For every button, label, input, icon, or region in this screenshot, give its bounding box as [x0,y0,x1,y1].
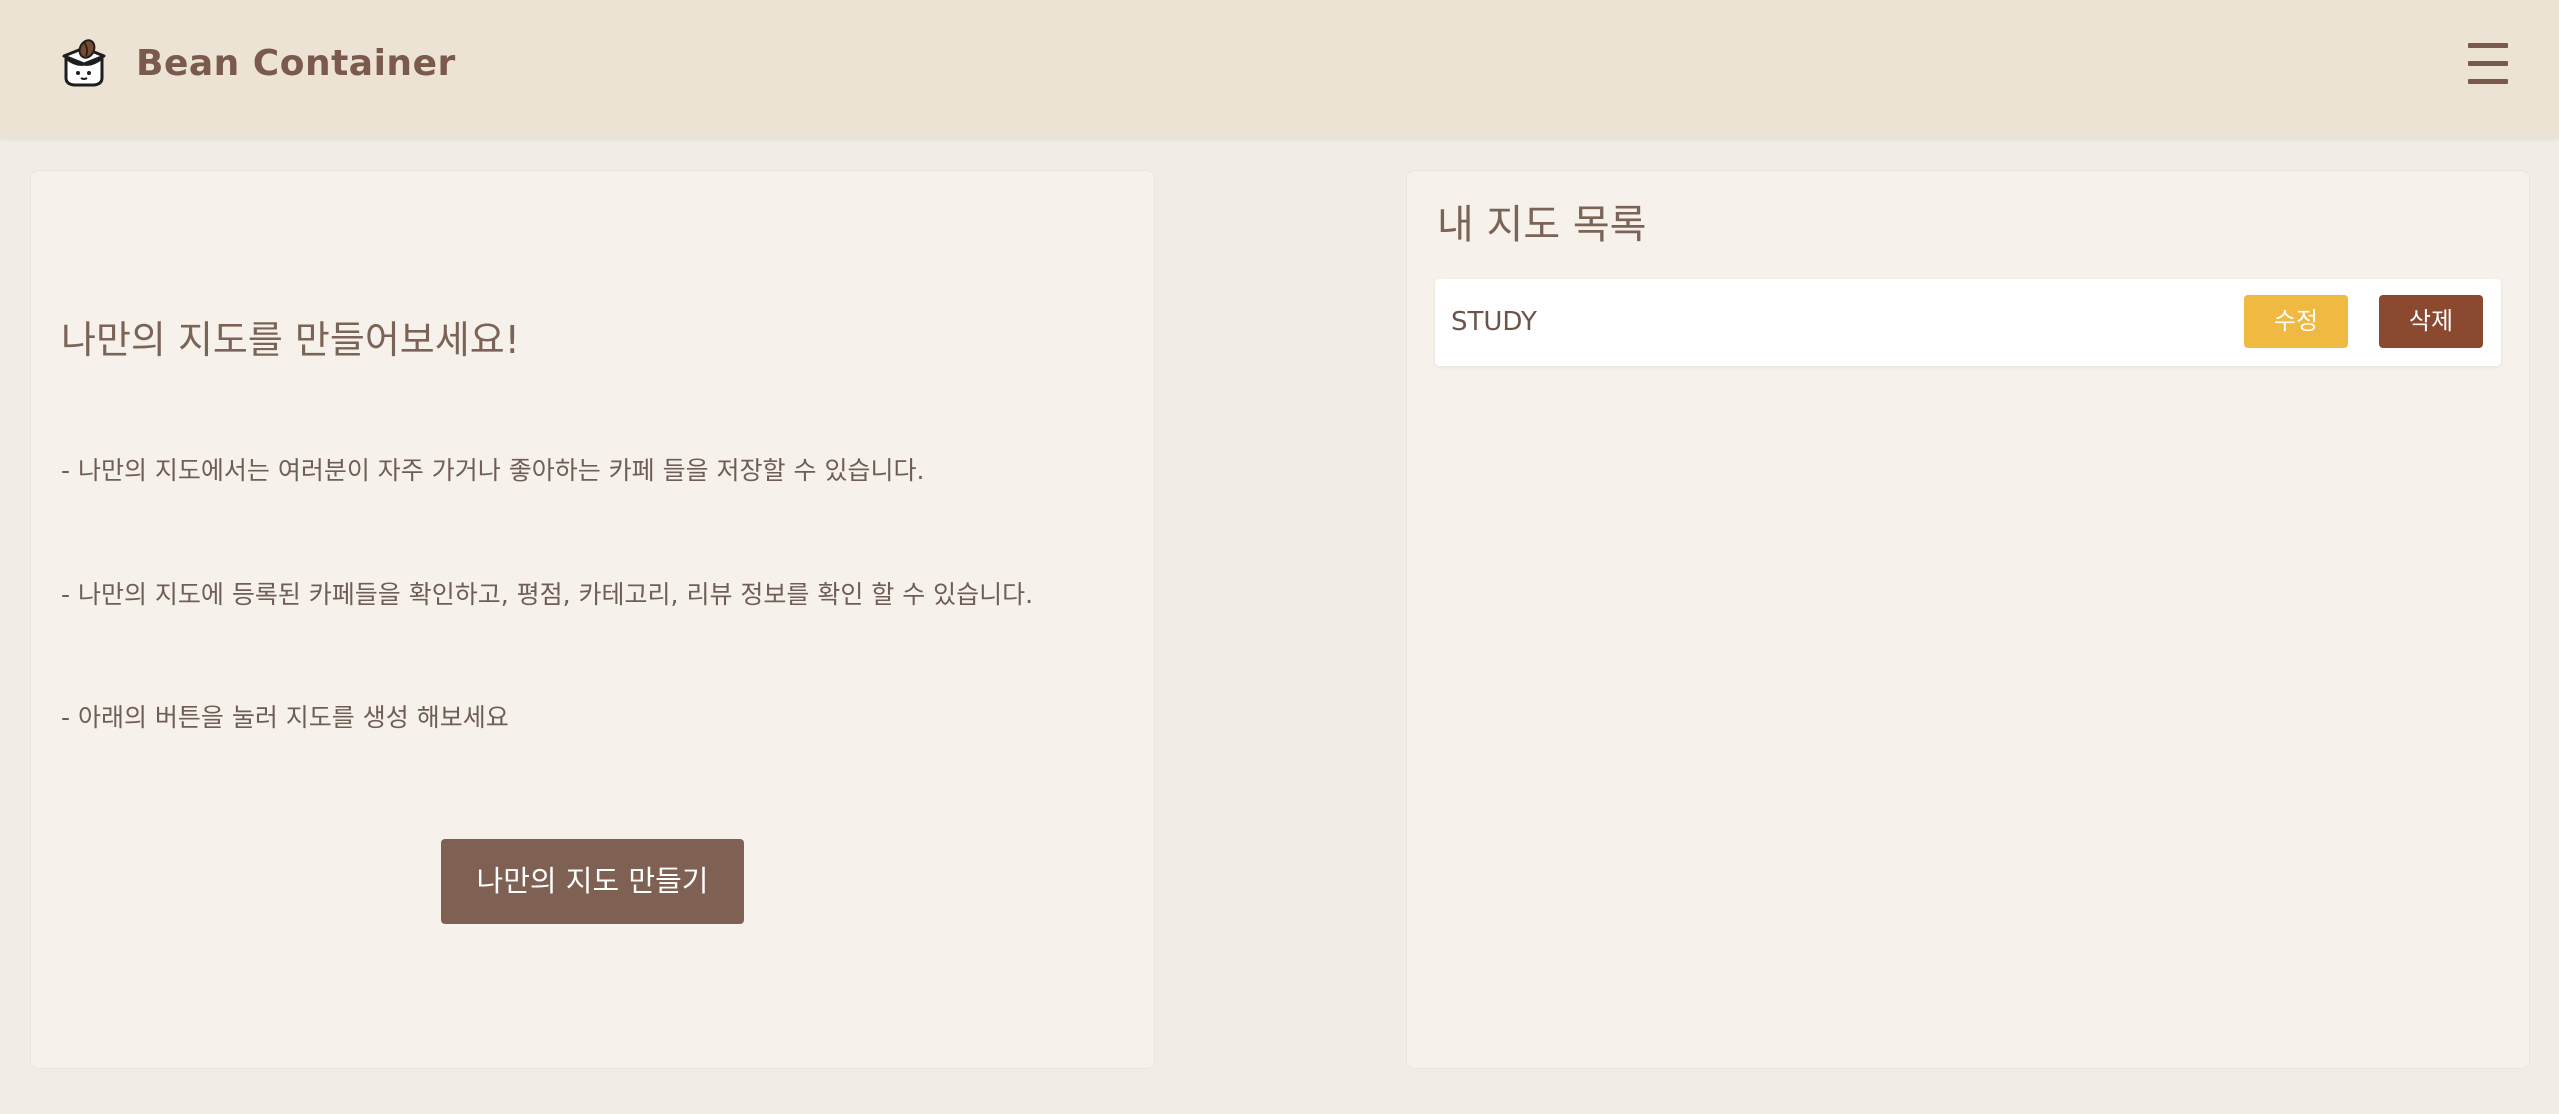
my-maps-title: 내 지도 목록 [1437,202,1647,248]
map-list-item[interactable]: STUDY 수정 삭제 [1435,279,2501,366]
map-intro-card: 나만의 지도를 만들어보세요! - 나만의 지도에서는 여러분이 자주 가거나 … [30,170,1155,1069]
hamburger-menu-icon[interactable] [2466,38,2516,90]
create-map-button[interactable]: 나만의 지도 만들기 [441,839,744,924]
delete-map-button[interactable]: 삭제 [2379,295,2483,348]
bean-box-icon[interactable] [56,36,112,92]
edit-map-button[interactable]: 수정 [2244,295,2348,348]
intro-title: 나만의 지도를 만들어보세요! [61,318,520,362]
map-name[interactable]: STUDY [1451,304,1537,340]
brand-title[interactable]: Bean Container [136,38,456,90]
intro-line: - 나만의 지도에서는 여러분이 자주 가거나 좋아하는 카페 들을 저장할 수… [61,456,925,485]
intro-line: - 나만의 지도에 등록된 카페들을 확인하고, 평점, 카테고리, 리뷰 정보… [61,580,1034,609]
my-maps-card: 내 지도 목록 STUDY 수정 삭제 [1406,170,2530,1069]
intro-line: - 아래의 버튼을 눌러 지도를 생성 해보세요 [61,703,509,732]
top-header: Bean Container [0,0,2559,138]
